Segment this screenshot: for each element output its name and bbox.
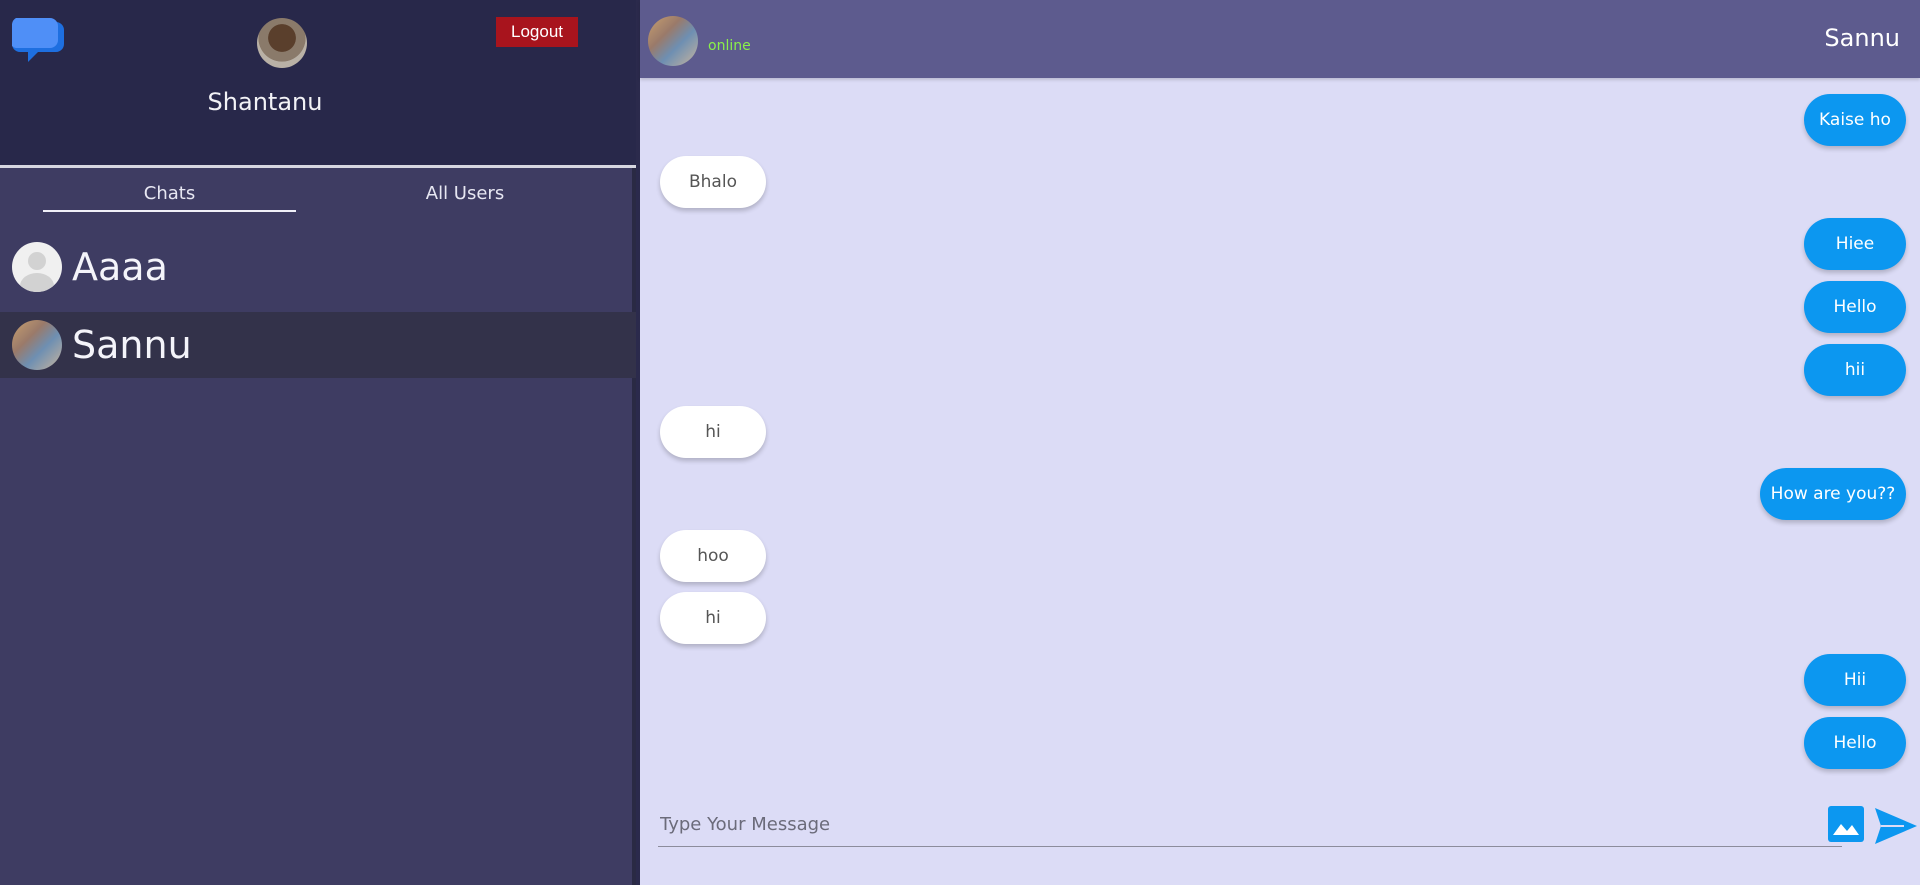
message-outgoing: Hello (1804, 717, 1906, 769)
chat-title: Sannu (1824, 24, 1900, 52)
contact-name: Sannu (72, 323, 192, 367)
message-incoming: hi (660, 592, 766, 644)
tab-chats[interactable]: Chats (43, 176, 296, 212)
message-incoming: Bhalo (660, 156, 766, 208)
chat-header: online Sannu (640, 0, 1920, 78)
default-avatar-icon (12, 242, 62, 292)
message-outgoing: hii (1804, 344, 1906, 396)
contact-item-sannu[interactable]: Sannu (0, 312, 636, 378)
message-composer (640, 780, 1920, 885)
message-outgoing: Hii (1804, 654, 1906, 706)
chat-panel: online Sannu Kaise ho Bhalo Hiee Hello h… (640, 0, 1920, 885)
contact-item-aaaa[interactable]: Aaaa (0, 234, 636, 300)
message-incoming: hi (660, 406, 766, 458)
contact-name: Aaaa (72, 245, 168, 289)
message-outgoing: How are you?? (1760, 468, 1906, 520)
profile-avatar[interactable] (257, 18, 307, 68)
sidebar: Shantanu Logout Chats All Users Aaaa San… (0, 0, 636, 885)
message-outgoing: Hiee (1804, 218, 1906, 270)
message-list: Kaise ho Bhalo Hiee Hello hii hi How are… (640, 80, 1920, 780)
tab-all-users[interactable]: All Users (330, 176, 600, 210)
online-status: online (708, 38, 751, 54)
avatar (12, 320, 62, 370)
logout-button[interactable]: Logout (496, 17, 578, 47)
chat-bubble-icon (12, 18, 64, 62)
message-outgoing: Kaise ho (1804, 94, 1906, 146)
sidebar-header: Shantanu Logout (0, 0, 636, 168)
message-input[interactable] (658, 802, 1842, 847)
send-icon[interactable] (1874, 806, 1918, 846)
sidebar-tabs: Chats All Users (0, 176, 636, 212)
message-incoming: hoo (660, 530, 766, 582)
avatar[interactable] (648, 16, 698, 66)
image-icon[interactable] (1828, 806, 1864, 842)
profile-name: Shantanu (207, 88, 323, 116)
message-outgoing: Hello (1804, 281, 1906, 333)
